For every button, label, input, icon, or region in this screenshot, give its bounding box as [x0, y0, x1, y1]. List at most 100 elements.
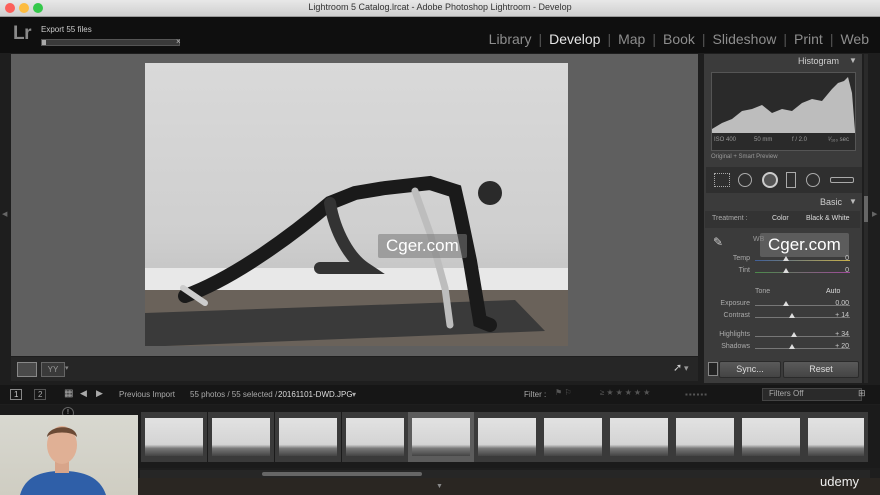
thumbnail-image — [808, 418, 864, 456]
exposure-label: Exposure — [720, 300, 750, 307]
histogram[interactable]: ISO 400 50 mm f / 2.0 ¹⁄₁₆₀ sec — [711, 72, 856, 151]
module-header: Lr Export 55 files × Library | Develop | Map… — [0, 17, 880, 53]
exposure-value[interactable]: 0.00 — [825, 300, 849, 307]
thumbnail-image — [610, 418, 668, 456]
white-balance-picker-icon[interactable]: ✎ — [713, 235, 723, 249]
reset-button[interactable]: Reset — [783, 361, 859, 378]
develop-photo[interactable]: Cger.com — [145, 63, 568, 346]
adjustment-brush-icon[interactable] — [830, 177, 854, 183]
filmstrip-thumbnail[interactable] — [275, 412, 341, 462]
histogram-iso: ISO 400 — [714, 137, 737, 143]
shadows-label: Shadows — [721, 343, 750, 350]
filter-label: Filter : — [524, 390, 547, 399]
module-library[interactable]: Library — [482, 31, 539, 47]
loupe-view-icon[interactable] — [17, 362, 37, 377]
mouse-cursor-icon: ➚ — [673, 362, 683, 374]
main-window-button[interactable]: 1 — [10, 389, 23, 400]
filmstrip-thumbnail[interactable] — [738, 412, 804, 462]
previous-import-source[interactable]: Previous Import — [119, 390, 175, 399]
watermark-text: Cger.com — [378, 234, 467, 258]
thumbnail-image — [478, 418, 536, 456]
tint-slider-thumb[interactable] — [783, 268, 789, 273]
filmstrip-scrollbar-thumb[interactable] — [262, 472, 422, 476]
filmstrip-thumbnail[interactable] — [208, 412, 274, 462]
treatment-color-option[interactable]: Color — [772, 215, 789, 222]
filmstrip-thumbnail[interactable] — [342, 412, 408, 462]
contrast-value[interactable]: + 14 — [825, 312, 849, 319]
shadows-slider-thumb[interactable] — [789, 344, 795, 349]
module-print[interactable]: Print — [787, 31, 830, 47]
filmstrip-thumbnail[interactable] — [141, 412, 207, 462]
module-develop[interactable]: Develop — [542, 31, 607, 47]
instructor-webcam — [0, 415, 138, 495]
treatment-bw-option[interactable]: Black & White — [806, 215, 850, 222]
filename-dropdown-icon[interactable]: ▾ — [352, 390, 356, 399]
sync-toggle-icon[interactable] — [708, 362, 718, 376]
flag-filter-icon[interactable]: ⚑ ⚐ — [555, 388, 572, 397]
highlights-value[interactable]: + 34 — [825, 331, 849, 338]
tone-label: Tone — [755, 288, 771, 295]
export-cancel-icon[interactable]: × — [176, 37, 181, 46]
tint-label: Tint — [738, 267, 750, 274]
histogram-collapse-icon[interactable]: ▼ — [849, 56, 857, 65]
previous-arrow-icon[interactable]: ◀ — [80, 388, 87, 399]
export-progress-bar — [41, 39, 180, 46]
graduated-filter-icon[interactable] — [786, 172, 796, 188]
thumbnail-image — [544, 418, 602, 456]
module-slideshow[interactable]: Slideshow — [706, 31, 784, 47]
image-toolbar: YY ▾ ➚ ▾ — [11, 357, 698, 381]
filmstrip-thumbnail-selected[interactable] — [408, 412, 474, 462]
tint-value[interactable]: 0 — [825, 267, 849, 274]
lightroom-logo: Lr — [13, 23, 32, 44]
exposure-slider-thumb[interactable] — [783, 301, 789, 306]
radial-filter-icon[interactable] — [806, 173, 820, 187]
filmstrip-scrollbar[interactable] — [140, 470, 870, 478]
module-web[interactable]: Web — [833, 31, 876, 47]
next-arrow-icon[interactable]: ▶ — [96, 388, 103, 399]
rating-filter-stars-icon[interactable]: ≥★★★★★ — [600, 388, 652, 397]
filmstrip-thumbnail[interactable] — [672, 412, 738, 462]
basic-panel-title[interactable]: Basic — [820, 197, 842, 207]
histogram-panel-title[interactable]: Histogram — [798, 56, 839, 66]
highlights-label: Highlights — [719, 331, 750, 338]
temp-slider-thumb[interactable] — [783, 256, 789, 261]
filmstrip-thumbnail[interactable] — [606, 412, 672, 462]
filmstrip-toggle-icon[interactable]: ▼ — [436, 483, 443, 490]
before-after-icon[interactable]: YY — [41, 362, 65, 377]
highlights-slider-thumb[interactable] — [791, 332, 797, 337]
filter-lock-icon[interactable]: ⊞ — [858, 388, 866, 399]
toolbar-menu-icon[interactable]: ▾ — [684, 363, 689, 374]
shadows-value[interactable]: + 20 — [825, 343, 849, 350]
treatment-label: Treatment : — [712, 215, 748, 222]
contrast-label: Contrast — [723, 312, 750, 319]
current-filename[interactable]: 20161101-DWD.JPG — [278, 390, 353, 399]
temp-value[interactable]: 0 — [825, 255, 849, 262]
before-after-dropdown-icon[interactable]: ▾ — [65, 364, 69, 372]
second-window-button[interactable]: 2 — [34, 389, 47, 400]
contrast-slider-thumb[interactable] — [789, 313, 795, 318]
filmstrip-thumbnail[interactable] — [474, 412, 540, 462]
grid-view-icon[interactable]: ▦ — [64, 388, 73, 399]
filters-off-dropdown[interactable]: Filters Off — [762, 388, 862, 401]
crop-tool-icon[interactable] — [714, 173, 730, 187]
thumbnail-image — [676, 418, 734, 456]
export-progress-fill — [42, 40, 47, 45]
sync-button[interactable]: Sync... — [719, 361, 781, 378]
filmstrip-thumbnail[interactable] — [540, 412, 606, 462]
spot-removal-icon[interactable] — [738, 173, 752, 187]
tone-auto-button[interactable]: Auto — [826, 288, 840, 295]
right-panel-scrollbar-thumb[interactable] — [864, 196, 868, 222]
filters-off-label: Filters Off — [769, 389, 804, 398]
thumbnail-image — [212, 418, 270, 456]
filmstrip-thumbnail[interactable] — [804, 412, 868, 462]
thumbnail-image — [145, 418, 203, 456]
bottom-strip: udemy — [138, 474, 880, 495]
left-panel-toggle-icon[interactable]: ◀ — [2, 210, 7, 218]
color-label-filter-icon[interactable]: ▪▪▪▪▪▪ — [685, 390, 708, 399]
basic-collapse-icon[interactable]: ▼ — [849, 197, 857, 206]
histogram-graph — [712, 77, 855, 133]
right-panel-toggle-icon[interactable]: ▶ — [872, 210, 877, 218]
module-book[interactable]: Book — [656, 31, 702, 47]
module-map[interactable]: Map — [611, 31, 652, 47]
red-eye-icon[interactable] — [762, 172, 778, 188]
